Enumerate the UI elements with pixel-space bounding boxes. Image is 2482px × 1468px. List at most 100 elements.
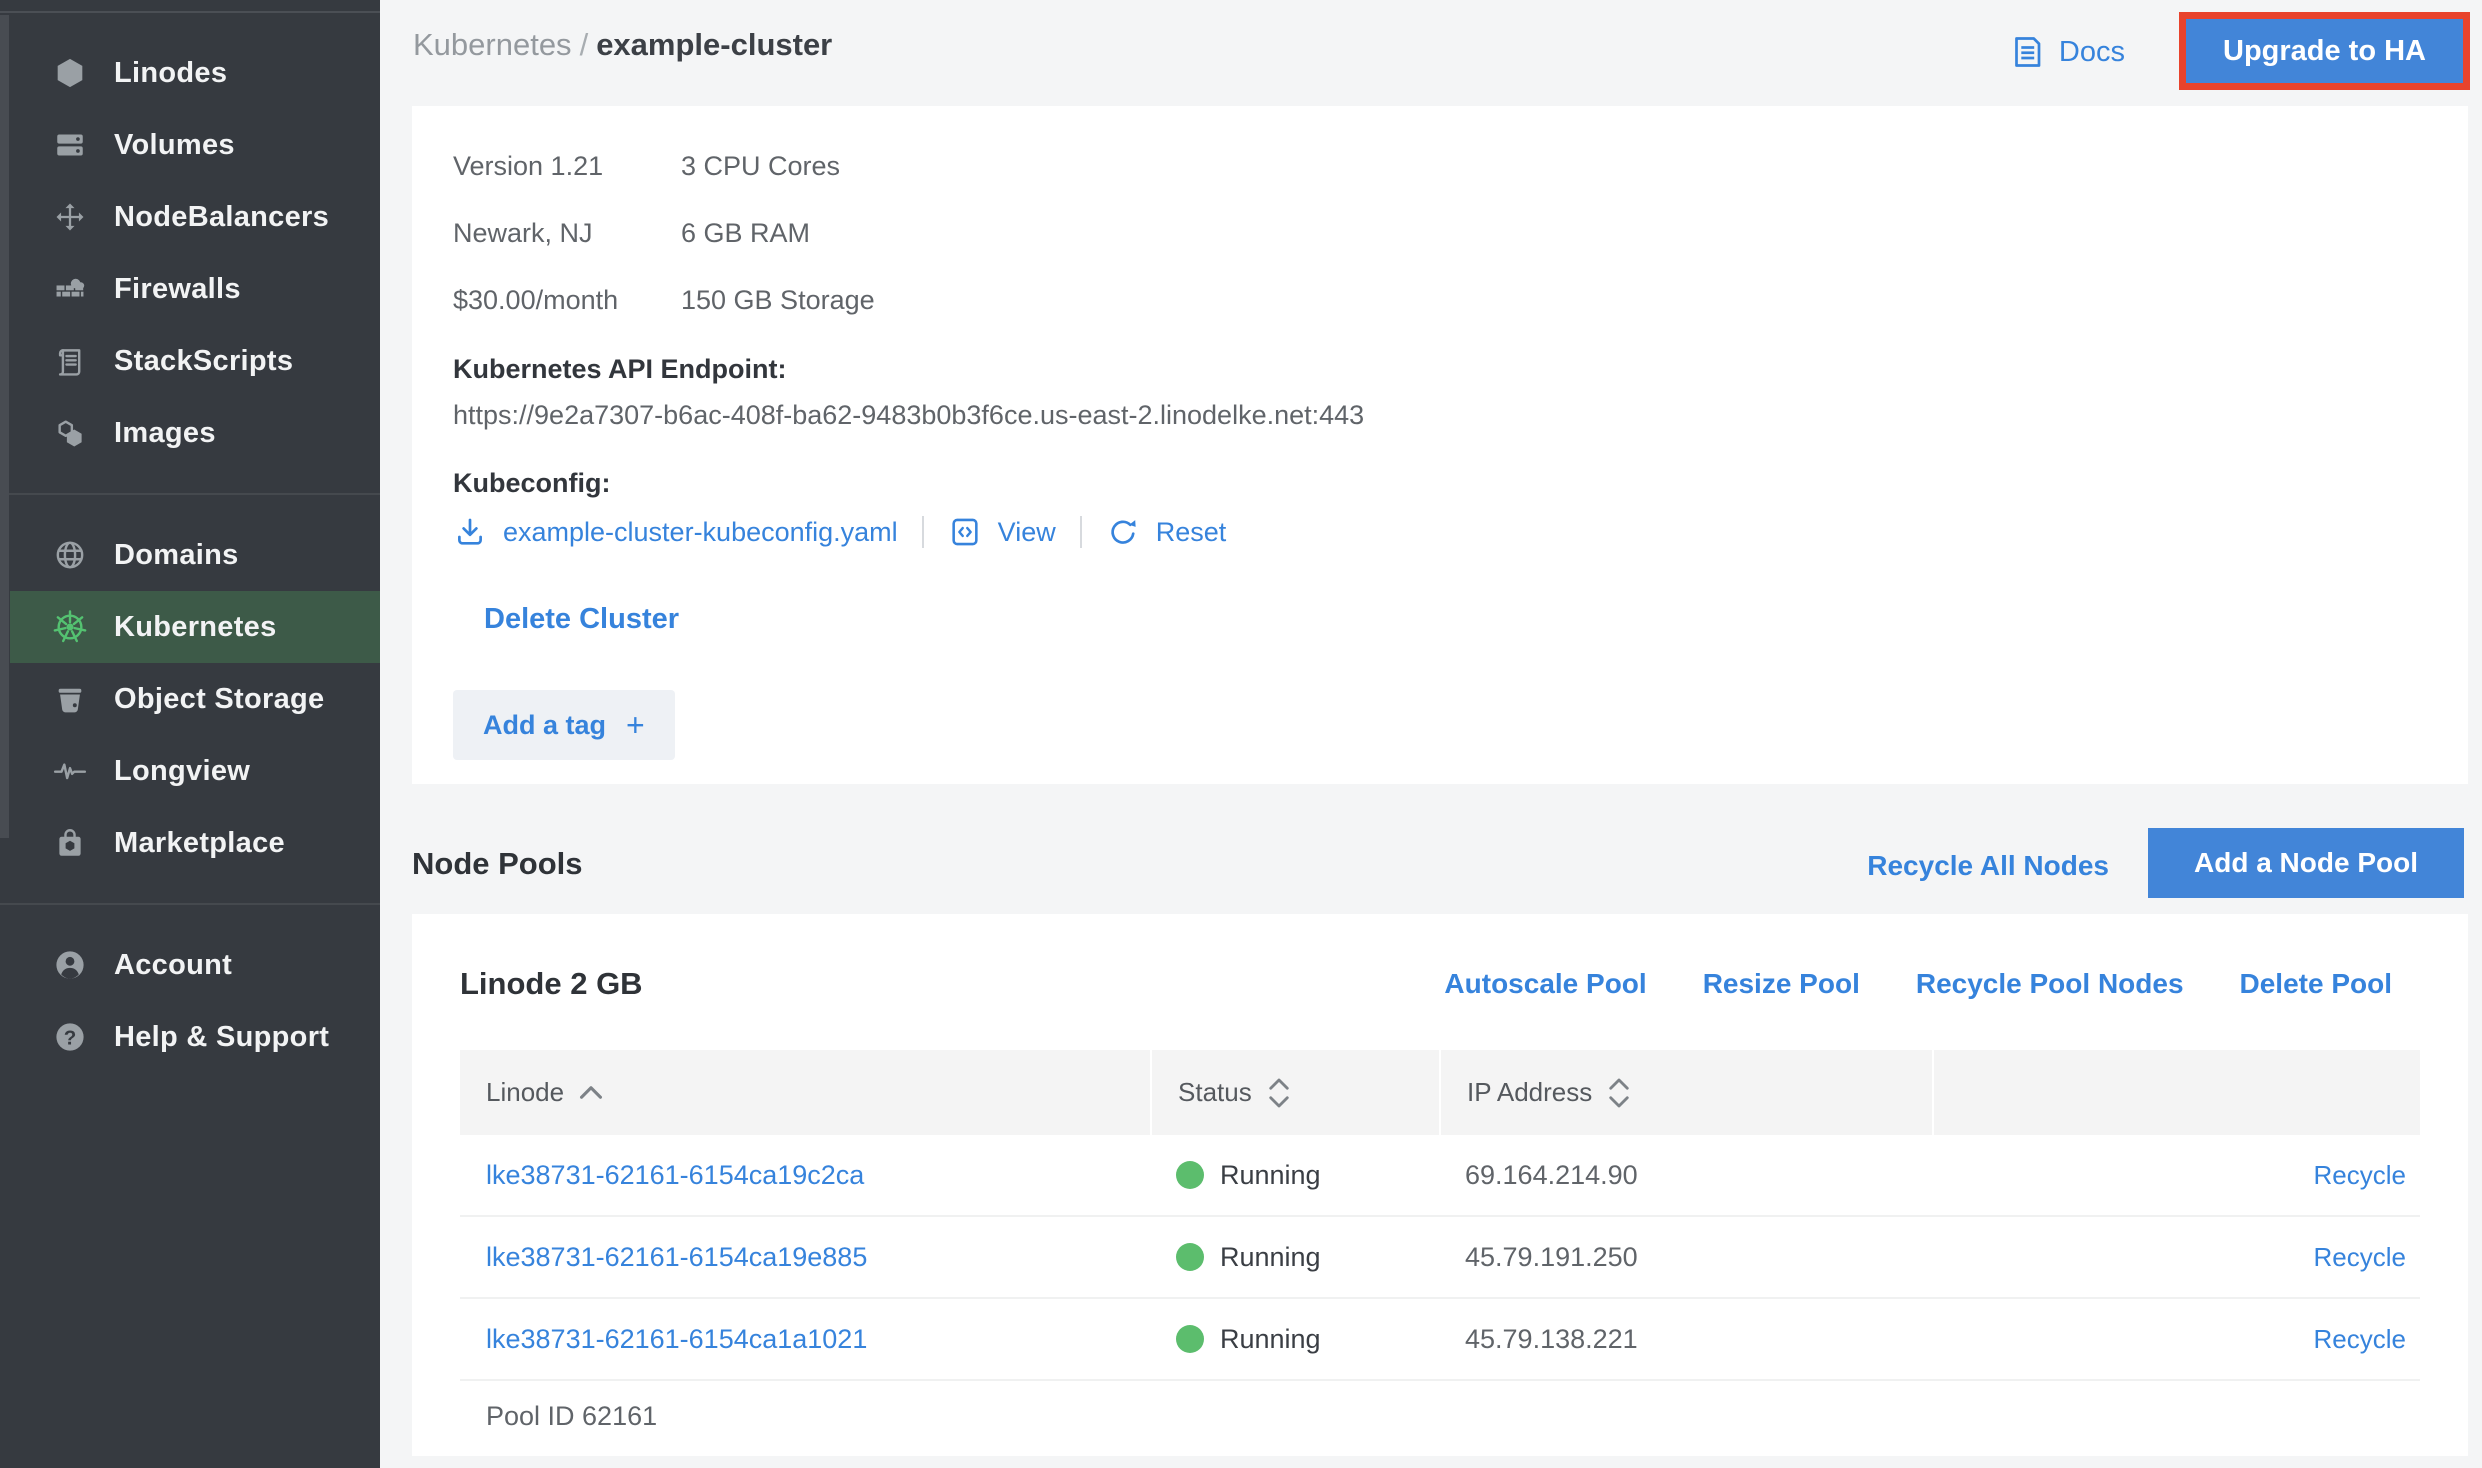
recycle-node-link[interactable]: Recycle [1932,1160,2420,1191]
sidebar-item-nodebalancers[interactable]: NodeBalancers [0,181,380,253]
delete-pool-link[interactable]: Delete Pool [2240,968,2392,1000]
sidebar-item-object-storage[interactable]: Object Storage [0,663,380,735]
sidebar-divider [0,493,380,495]
sidebar-item-label: Domains [114,539,239,572]
api-endpoint-url: https://9e2a7307-b6ac-408f-ba62-9483b0b3… [453,399,2428,432]
node-status: Running [1150,1160,1439,1191]
bucket-icon [52,681,88,717]
sidebar-item-help-support[interactable]: ? Help & Support [0,1001,380,1073]
sidebar-item-longview[interactable]: Longview [0,735,380,807]
sort-asc-icon [578,1084,604,1101]
docs-icon [2009,34,2045,70]
column-header-status[interactable]: Status [1150,1050,1439,1135]
docs-link[interactable]: Docs [2009,34,2125,70]
column-header-ip-address[interactable]: IP Address [1439,1050,1932,1135]
add-node-pool-button[interactable]: Add a Node Pool [2148,828,2464,898]
sidebar-item-linodes[interactable]: Linodes [0,37,380,109]
cluster-price: $30.00/month [453,284,681,317]
cluster-summary-panel: Version 1.21 3 CPU Cores Newark, NJ 6 GB… [412,106,2468,784]
sidebar-item-label: Firewalls [114,273,241,306]
node-pools-title: Node Pools [412,846,583,882]
column-label: Status [1178,1077,1252,1108]
svg-text:?: ? [64,1026,77,1049]
sidebar-item-volumes[interactable]: Volumes [0,109,380,181]
breadcrumb-section[interactable]: Kubernetes [413,27,572,62]
stackscripts-icon [52,343,88,379]
nodes-table-header: Linode Status IP Address [460,1050,2420,1135]
api-endpoint-label: Kubernetes API Endpoint: [453,353,2428,386]
node-ip: 45.79.191.250 [1439,1242,1932,1273]
plus-icon: + [626,707,645,744]
table-row: lke38731-62161-6154ca19e885 Running 45.7… [460,1217,2420,1299]
delete-cluster-link[interactable]: Delete Cluster [484,602,679,636]
sidebar-item-label: Help & Support [114,1021,329,1054]
reset-icon [1106,515,1140,549]
upgrade-to-ha-button[interactable]: Upgrade to HA [2186,19,2463,83]
cluster-specs: Version 1.21 3 CPU Cores Newark, NJ 6 GB… [453,150,1153,317]
cluster-region: Newark, NJ [453,217,681,250]
resize-pool-link[interactable]: Resize Pool [1703,968,1860,1000]
app-window: Linodes Volumes NodeBalancers Firewalls [0,0,2482,1468]
cluster-version: Version 1.21 [453,150,681,183]
node-pools-header: Node Pools Recycle All Nodes Add a Node … [380,784,2482,914]
recycle-pool-nodes-link[interactable]: Recycle Pool Nodes [1916,968,2184,1000]
status-label: Running [1220,1160,1321,1191]
divider [1080,516,1082,548]
sidebar-top-divider [0,0,380,13]
sidebar-item-label: StackScripts [114,345,293,378]
sidebar-nav: Linodes Volumes NodeBalancers Firewalls [0,13,380,1073]
breadcrumb: Kubernetes/example-cluster [413,25,832,65]
recycle-node-link[interactable]: Recycle [1932,1242,2420,1273]
pool-actions: Autoscale Pool Resize Pool Recycle Pool … [1444,968,2420,1000]
node-name-link[interactable]: lke38731-62161-6154ca19e885 [460,1242,1150,1273]
status-label: Running [1220,1324,1321,1355]
page-header: Kubernetes/example-cluster Docs Upgrade … [380,0,2482,106]
sidebar-item-label: Images [114,417,216,450]
kubeconfig-view-link[interactable]: View [998,517,1056,548]
pool-name: Linode 2 GB [460,966,643,1002]
question-mark-icon: ? [52,1019,88,1055]
kubernetes-helm-icon [52,609,88,645]
autoscale-pool-link[interactable]: Autoscale Pool [1444,968,1646,1000]
sort-both-icon [1606,1075,1632,1111]
column-header-actions [1932,1050,2420,1135]
download-icon [453,515,487,549]
status-running-dot [1176,1161,1204,1189]
sidebar-item-label: Account [114,949,232,982]
sort-both-icon [1266,1075,1292,1111]
node-ip: 45.79.138.221 [1439,1324,1932,1355]
pool-header-row: Linode 2 GB Autoscale Pool Resize Pool R… [460,914,2420,1002]
kubeconfig-download-link[interactable]: example-cluster-kubeconfig.yaml [503,517,898,548]
sidebar-item-marketplace[interactable]: Marketplace [0,807,380,879]
sidebar-item-label: NodeBalancers [114,201,329,234]
node-ip: 69.164.214.90 [1439,1160,1932,1191]
column-label: Linode [486,1077,564,1108]
sidebar-item-label: Marketplace [114,827,285,860]
sidebar-item-images[interactable]: Images [0,397,380,469]
sidebar-item-account[interactable]: Account [0,929,380,1001]
node-name-link[interactable]: lke38731-62161-6154ca19c2ca [460,1160,1150,1191]
pulse-icon [52,753,88,789]
cluster-cpu: 3 CPU Cores [681,150,1153,183]
pool-id-footer: Pool ID 62161 [460,1381,2420,1452]
recycle-node-link[interactable]: Recycle [1932,1324,2420,1355]
sidebar-item-kubernetes[interactable]: Kubernetes [10,591,380,663]
add-tag-button[interactable]: Add a tag + [453,690,675,760]
images-icon [52,415,88,451]
node-name-link[interactable]: lke38731-62161-6154ca1a1021 [460,1324,1150,1355]
column-label: IP Address [1467,1077,1592,1108]
cluster-storage: 150 GB Storage [681,284,1153,317]
recycle-all-nodes-link[interactable]: Recycle All Nodes [1867,850,2109,882]
sidebar-item-domains[interactable]: Domains [0,519,380,591]
sidebar-item-label: Linodes [114,57,227,90]
sidebar-item-stackscripts[interactable]: StackScripts [0,325,380,397]
sidebar-scrollbar-rail[interactable] [0,15,9,838]
account-avatar-icon [52,947,88,983]
firewalls-icon [52,271,88,307]
upgrade-ha-annotation-box: Upgrade to HA [2179,12,2470,90]
column-header-linode[interactable]: Linode [460,1050,1150,1135]
status-running-dot [1176,1325,1204,1353]
sidebar-item-firewalls[interactable]: Firewalls [0,253,380,325]
node-pool-panel: Linode 2 GB Autoscale Pool Resize Pool R… [412,914,2468,1456]
kubeconfig-reset-link[interactable]: Reset [1156,517,1227,548]
